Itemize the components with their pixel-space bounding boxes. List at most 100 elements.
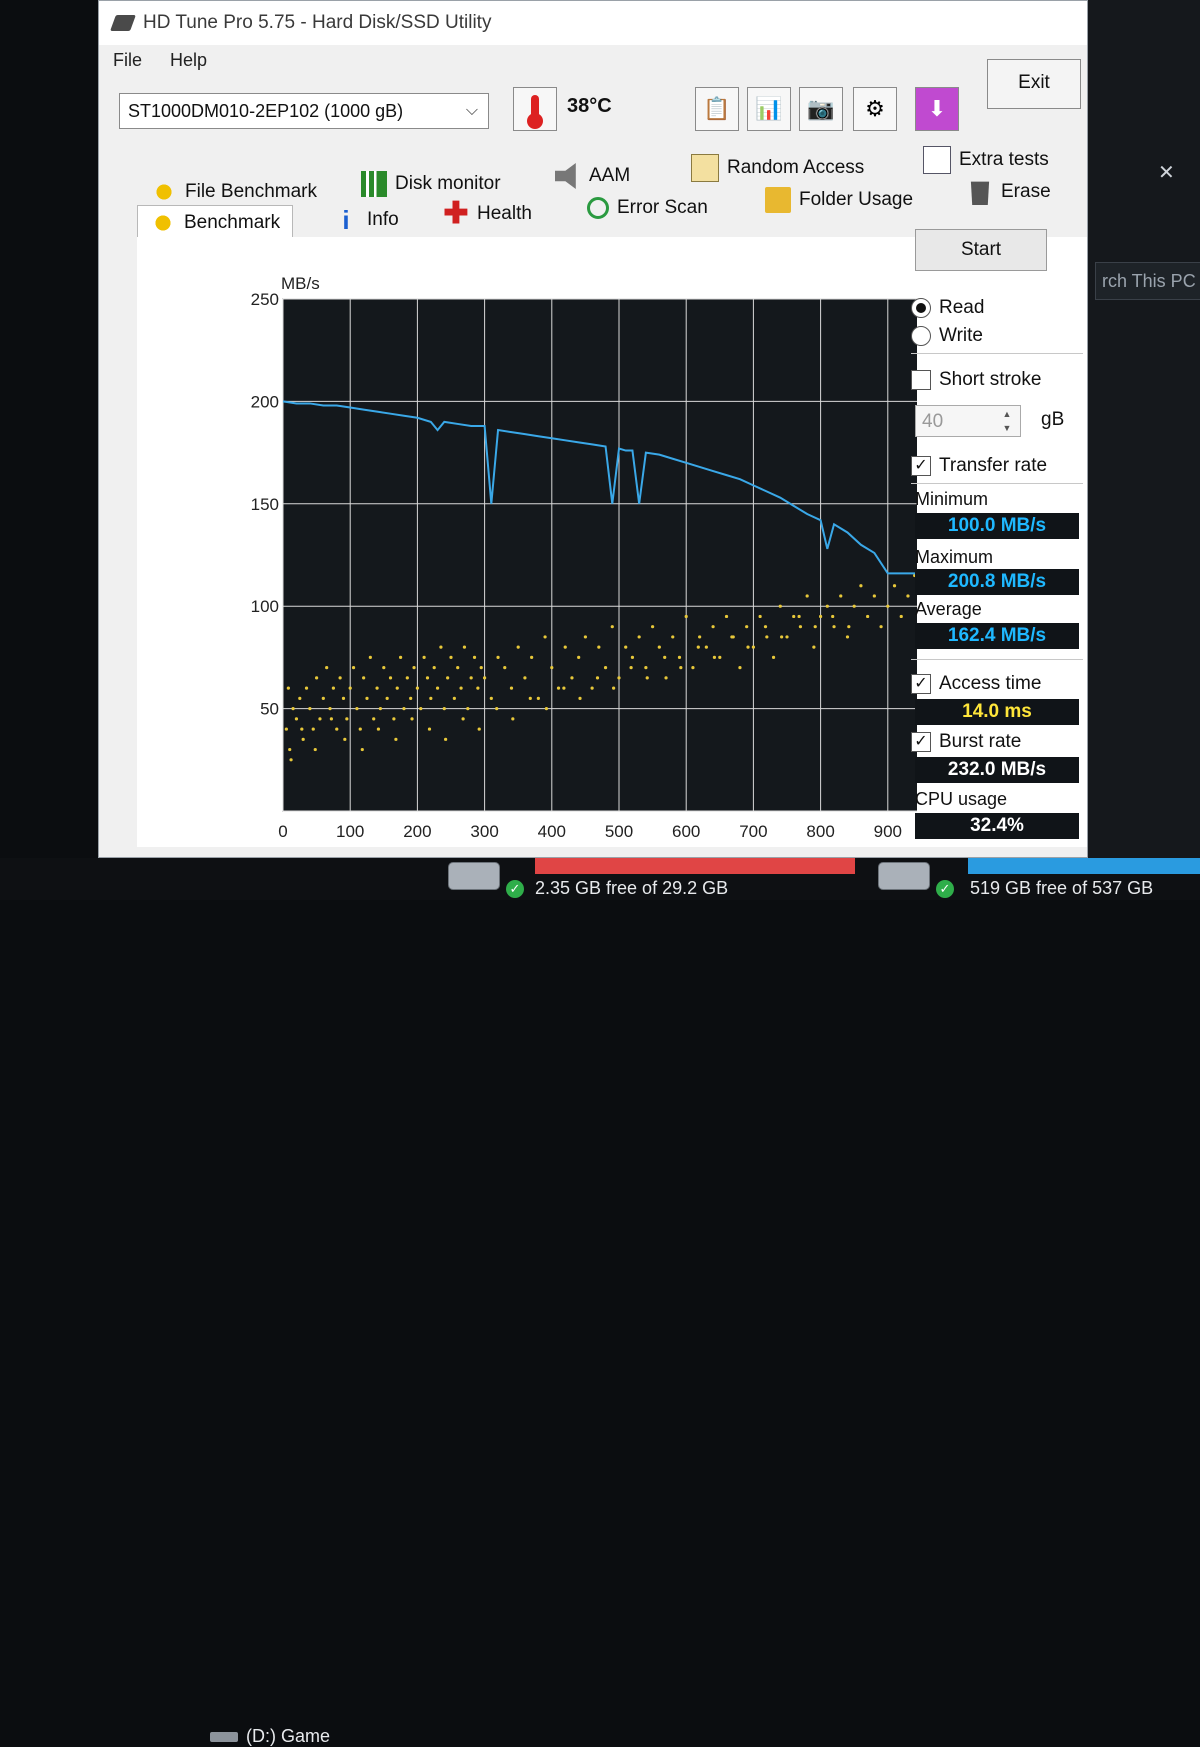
tab-health[interactable]: ✚ Health: [443, 197, 532, 231]
tab-label: Error Scan: [617, 197, 708, 218]
tab-file-benchmark[interactable]: File Benchmark: [151, 175, 317, 209]
tab-benchmark[interactable]: Benchmark: [137, 205, 294, 240]
chevron-down-icon: ⌵: [465, 102, 478, 119]
access-time-point: [798, 625, 803, 629]
access-time-point: [763, 625, 768, 629]
y-left-tick-label: 250: [251, 290, 279, 309]
access-time-point: [461, 717, 465, 721]
access-time-point: [624, 645, 628, 649]
y-left-unit-label: MB/s: [281, 274, 320, 293]
drive-select[interactable]: ST1000DM010-2EP102 (1000 gB) ⌵: [119, 93, 489, 129]
access-time-point: [704, 645, 708, 649]
right-drive-free-text: 519 GB free of 537 GB: [970, 878, 1154, 898]
save-button[interactable]: ⬇: [915, 87, 959, 131]
access-time-point: [724, 614, 729, 619]
maximum-value: 200.8 MB/s: [915, 569, 1079, 595]
access-time-point: [365, 696, 369, 700]
divider: [911, 353, 1083, 354]
copy-screen-button[interactable]: 📊: [747, 87, 791, 131]
access-time-point: [345, 717, 349, 721]
access-time-point: [629, 666, 633, 670]
access-time-point: [435, 686, 440, 690]
window-title: HD Tune Pro 5.75 - Hard Disk/SSD Utility: [143, 12, 492, 33]
access-time-point: [578, 696, 582, 700]
options-button[interactable]: ⚙: [853, 87, 897, 131]
maximum-label: Maximum: [915, 547, 994, 567]
health-cross-icon: ✚: [443, 197, 469, 230]
access-time-point: [360, 747, 364, 752]
short-stroke-label: Short stroke: [939, 369, 1042, 390]
title-bar[interactable]: HD Tune Pro 5.75 - Hard Disk/SSD Utility: [99, 1, 1087, 45]
access-time-point: [289, 758, 293, 762]
transfer-rate-checkbox[interactable]: ✓ Transfer rate: [911, 455, 1047, 477]
access-time-point: [429, 696, 433, 700]
tab-extra-tests[interactable]: Extra tests: [923, 143, 1049, 177]
access-time-point: [419, 707, 423, 711]
access-time-point: [630, 655, 635, 659]
d-drive-item[interactable]: (D:) Game: [210, 1726, 330, 1747]
access-time-point: [427, 727, 432, 731]
access-time-point: [832, 625, 836, 629]
access-time-point: [746, 645, 750, 649]
access-time-point: [819, 614, 823, 619]
benchmark-chart: 01002003004005006007008009001000gB501001…: [251, 274, 917, 841]
access-time-point: [536, 696, 540, 700]
write-radio[interactable]: Write: [911, 325, 983, 347]
start-button[interactable]: Start: [915, 229, 1047, 271]
access-time-point: [792, 614, 796, 619]
write-label: Write: [939, 325, 983, 346]
chart-plot-area: [282, 298, 917, 812]
access-time-point: [439, 645, 443, 649]
access-time-point: [388, 676, 393, 680]
copy-text-button[interactable]: 📋: [695, 87, 739, 131]
access-time-point: [452, 696, 456, 700]
folder-icon: [765, 187, 791, 213]
access-time-point: [331, 686, 335, 690]
tab-label: Random Access: [727, 157, 865, 178]
read-radio[interactable]: Read: [911, 297, 984, 319]
access-time-point: [425, 676, 430, 680]
tab-label: Disk monitor: [395, 173, 501, 194]
menu-file[interactable]: File: [113, 50, 142, 71]
y-left-tick-label: 50: [260, 700, 279, 719]
scatter-icon: [691, 154, 719, 182]
app-icon: [110, 15, 136, 31]
tab-strip: File Benchmark Disk monitor AAM Random A…: [137, 131, 1087, 241]
spinner-arrows-icon[interactable]: ▲ ▼: [996, 407, 1018, 435]
burst-rate-label: Burst rate: [939, 731, 1022, 752]
access-time-point: [291, 707, 295, 711]
access-time-point: [879, 625, 883, 629]
exit-button[interactable]: Exit: [987, 59, 1081, 109]
access-time-point: [872, 594, 876, 598]
access-time-point: [399, 655, 403, 659]
screenshot-button[interactable]: 📷: [799, 87, 843, 131]
benchmark-controls: Start Read Write Short stroke 40 ▲ ▼ gB ✓ T…: [911, 229, 1086, 849]
drive-icon: [878, 862, 930, 890]
access-time-point: [530, 655, 534, 659]
access-time-point: [847, 625, 851, 629]
wrench-icon: ⚙: [865, 96, 885, 121]
burst-rate-checkbox[interactable]: ✓ Burst rate: [911, 731, 1021, 753]
access-time-point: [469, 676, 473, 680]
access-time-point: [859, 584, 863, 588]
tab-info[interactable]: i Info: [333, 203, 398, 237]
explorer-search-box[interactable]: rch This PC: [1095, 262, 1200, 300]
tab-random-access[interactable]: Random Access: [691, 151, 864, 185]
short-stroke-spinner[interactable]: 40 ▲ ▼: [915, 405, 1021, 437]
access-time-checkbox[interactable]: ✓ Access time: [911, 673, 1041, 695]
access-time-point: [758, 614, 762, 619]
tab-erase[interactable]: Erase: [967, 175, 1051, 209]
download-icon: ⬇: [927, 96, 947, 121]
tab-aam[interactable]: AAM: [555, 159, 630, 193]
tab-disk-monitor[interactable]: Disk monitor: [361, 167, 501, 201]
tab-folder-usage[interactable]: Folder Usage: [765, 183, 913, 217]
cpu-usage-label: CPU usage: [915, 789, 1008, 809]
transfer-rate-label: Transfer rate: [939, 455, 1048, 476]
short-stroke-checkbox[interactable]: Short stroke: [911, 369, 1041, 391]
access-time-point: [376, 727, 381, 731]
access-time-point: [651, 625, 655, 629]
menu-help[interactable]: Help: [170, 50, 207, 71]
checkbox-checked-icon: ✓: [911, 732, 931, 752]
tab-error-scan[interactable]: Error Scan: [587, 191, 708, 225]
explorer-close-icon[interactable]: ✕: [1158, 160, 1175, 185]
